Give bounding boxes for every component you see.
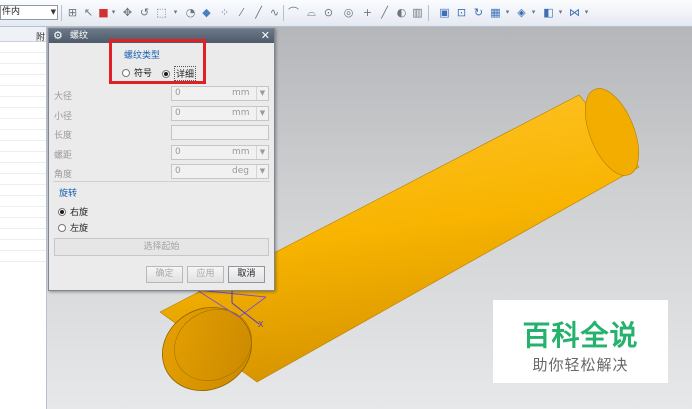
navigator-row[interactable] (0, 185, 46, 196)
toolbar-separator (283, 5, 284, 21)
curve-icon[interactable]: ∿ (268, 6, 281, 19)
box-icon[interactable]: ⬚ (155, 6, 168, 19)
navigator-row[interactable] (0, 174, 46, 185)
select-start-button[interactable]: 选择起始 (54, 238, 269, 256)
chevron-down-icon[interactable]: ▾ (107, 6, 120, 19)
x-axis-label: X (258, 320, 264, 329)
angle-unit: deg (232, 166, 249, 176)
fit-icon[interactable]: ⊡ (455, 6, 468, 19)
watermark-logo: 百科全说 助你轻松解决 (493, 300, 668, 383)
navigator-row[interactable] (0, 240, 46, 251)
radio-left-hand-label: 左旋 (70, 224, 89, 234)
watermark-subtitle: 助你轻松解决 (532, 356, 629, 374)
minor-diameter-value: 0 (175, 108, 181, 118)
screenshot-icon[interactable]: ▣ (438, 6, 451, 19)
radio-left-hand[interactable]: 左旋 (58, 221, 88, 234)
navigator-row[interactable] (0, 196, 46, 207)
chevron-down-icon[interactable]: ▾ (580, 6, 593, 19)
navigator-row[interactable] (0, 152, 46, 163)
pitch-unit: mm (232, 147, 250, 157)
selection-filter-combo[interactable]: 件内 ▼ (0, 5, 58, 20)
chevron-down-icon[interactable]: ▾ (554, 6, 567, 19)
move-icon[interactable]: ✥ (121, 6, 134, 19)
navigator-row[interactable] (0, 119, 46, 130)
navigator-row[interactable] (0, 108, 46, 119)
pitch-label: 螺距 (54, 151, 73, 161)
pitch-field[interactable]: 0 mm ▼ (171, 145, 269, 160)
minor-diameter-label: 小径 (54, 112, 73, 122)
snap-icon[interactable]: ⊞ (66, 6, 79, 19)
chevron-down-icon[interactable]: ▾ (501, 6, 514, 19)
navigator-row[interactable] (0, 141, 46, 152)
line-icon[interactable]: ⁄ (235, 6, 248, 19)
ok-button[interactable]: 确定 (146, 266, 183, 283)
angle-value: 0 (175, 166, 181, 176)
navigator-column-header: 附 (36, 33, 46, 43)
navigator-row[interactable] (0, 64, 46, 75)
radio-right-hand[interactable]: 右旋 (58, 205, 88, 218)
cube-icon[interactable]: ◆ (200, 6, 213, 19)
minor-diameter-field[interactable]: 0 mm ▼ (171, 106, 269, 121)
radio-right-hand-label: 右旋 (70, 208, 89, 218)
navigator-row[interactable] (0, 130, 46, 141)
navigator-row[interactable] (0, 97, 46, 108)
navigator-row[interactable] (0, 75, 46, 86)
navigator-row[interactable] (0, 218, 46, 229)
chevron-down-icon[interactable]: ▾ (169, 6, 182, 19)
dialog-title: 螺纹 (70, 31, 89, 41)
chevron-down-icon[interactable]: ▾ (527, 6, 540, 19)
apply-button[interactable]: 应用 (187, 266, 224, 283)
chevron-down-icon[interactable]: ▼ (256, 87, 268, 100)
major-diameter-field[interactable]: 0 mm ▼ (171, 86, 269, 101)
close-icon[interactable]: ✕ (261, 29, 270, 43)
chevron-down-icon[interactable]: ▼ (256, 165, 268, 178)
navigator-row[interactable] (0, 163, 46, 174)
chevron-down-icon[interactable]: ▼ (256, 146, 268, 159)
plus-icon[interactable]: + (361, 6, 374, 19)
select-icon[interactable]: ↖ (82, 6, 95, 19)
line-icon[interactable]: ╱ (378, 6, 391, 19)
rotate-icon[interactable]: ↺ (138, 6, 151, 19)
thread-type-highlight-box (109, 39, 206, 84)
arc-icon[interactable]: ⌓ (305, 6, 318, 19)
top-toolbar: 件内 ▼ ⊞ ↖ ■ ▾ ✥ ↺ ⬚ ▾ ◔ ◆ ⁘ ⁄ ╱ ∿ ⌒ ⌓ ⊙ ◎… (0, 0, 692, 27)
navigator-row[interactable] (0, 53, 46, 64)
point-icon[interactable]: ⁘ (218, 6, 231, 19)
chevron-down-icon[interactable]: ▼ (256, 107, 268, 120)
length-label: 长度 (54, 131, 73, 141)
navigator-row[interactable] (0, 229, 46, 240)
angle-field[interactable]: 0 deg ▼ (171, 164, 269, 179)
circle-icon[interactable]: ⊙ (322, 6, 335, 19)
circle-icon[interactable]: ◎ (342, 6, 355, 19)
major-diameter-label: 大径 (54, 92, 73, 102)
radio-left-hand-dot[interactable] (58, 223, 66, 232)
line-icon[interactable]: ╱ (252, 6, 265, 19)
watermark-title: 百科全说 (522, 319, 639, 352)
measure-icon[interactable]: ◐ (395, 6, 408, 19)
layer-icon[interactable]: ▥ (411, 6, 424, 19)
navigator-row[interactable] (0, 42, 46, 53)
pitch-value: 0 (175, 147, 181, 157)
cancel-button[interactable]: 取消 (228, 266, 265, 283)
chevron-down-icon[interactable]: ▼ (51, 6, 56, 19)
navigator-row[interactable] (0, 207, 46, 218)
angle-label: 角度 (54, 170, 73, 180)
view-icon[interactable]: ◔ (184, 6, 197, 19)
radio-right-hand-dot[interactable] (58, 207, 66, 216)
part-navigator (0, 27, 47, 409)
selection-filter-value: 件内 (2, 7, 21, 17)
major-diameter-unit: mm (232, 88, 250, 98)
arc-icon[interactable]: ⌒ (287, 6, 300, 19)
major-diameter-value: 0 (175, 88, 181, 98)
gear-icon[interactable]: ⚙ (53, 29, 63, 43)
toolbar-separator (61, 5, 62, 21)
rotation-label: 旋转 (59, 189, 78, 199)
navigator-row[interactable] (0, 251, 46, 262)
navigator-row[interactable] (0, 86, 46, 97)
length-field[interactable] (171, 125, 269, 140)
toolbar-separator (428, 5, 429, 21)
minor-diameter-unit: mm (232, 108, 250, 118)
refresh-icon[interactable]: ↻ (472, 6, 485, 19)
